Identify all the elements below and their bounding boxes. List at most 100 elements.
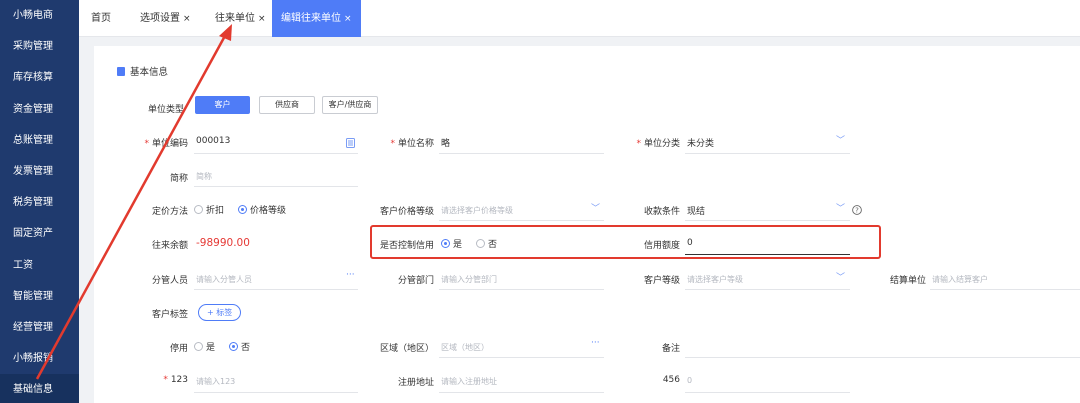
radio-dot (194, 342, 203, 351)
radio-dot-selected (229, 342, 238, 351)
chevron-down-icon[interactable]: ﹀ (836, 201, 845, 214)
sidebar-item-fixed-assets[interactable]: 固定资产 (0, 218, 79, 249)
chevron-down-icon[interactable]: ﹀ (836, 133, 845, 146)
type-customer-button[interactable]: 客户 (195, 96, 250, 114)
pricing-discount-radio[interactable]: 折扣 (194, 203, 224, 216)
disabled-yes-label: 是 (206, 343, 216, 353)
balance-value: -98990.00 (196, 237, 250, 249)
unit-code-value[interactable]: 000013 (196, 136, 230, 146)
unit-category-value[interactable]: 未分类 (687, 136, 714, 149)
unit-code-underline (194, 153, 358, 154)
section-title-label: 基本信息 (130, 67, 169, 78)
settlement-unit-underline (930, 289, 1080, 290)
unit-code-label-text: 单位编码 (151, 139, 188, 149)
tab-edit-label: 编辑往来单位 (281, 13, 341, 24)
sidebar-item-smart[interactable]: 智能管理 (0, 281, 79, 312)
department-underline (439, 289, 604, 290)
reg-address-input[interactable]: 请输入注册地址 (441, 376, 497, 387)
tab-home[interactable]: 首页 (91, 0, 111, 37)
settlement-unit-input[interactable]: 请输入结算客户 (932, 274, 988, 285)
type-supplier-button[interactable]: 供应商 (259, 96, 315, 114)
close-icon[interactable]: × (258, 14, 266, 24)
sidebar: 小畅电商 采购管理 库存核算 资金管理 总账管理 发票管理 税务管理 固定资产 … (0, 0, 79, 403)
pricing-level-radio[interactable]: 价格等级 (238, 203, 286, 216)
settlement-unit-label: 结算单位 (889, 276, 926, 286)
sidebar-item-tax[interactable]: 税务管理 (0, 187, 79, 218)
remark-label: 备注 (661, 344, 680, 354)
sidebar-item-ledger[interactable]: 总账管理 (0, 125, 79, 156)
remark-underline[interactable] (685, 357, 1080, 358)
sidebar-item-operations[interactable]: 经营管理 (0, 312, 79, 343)
chevron-down-icon[interactable]: ﹀ (591, 201, 600, 214)
reg-address-underline (439, 392, 604, 393)
customer-level-select[interactable]: 请选择客户等级 (687, 274, 743, 285)
sidebar-item-ecommerce[interactable]: 小畅电商 (0, 0, 79, 31)
calculator-icon[interactable] (346, 138, 355, 148)
unit-name-label-text: 单位名称 (397, 139, 434, 149)
close-icon[interactable]: × (344, 14, 352, 24)
close-icon[interactable]: × (183, 14, 191, 24)
section-title: 基本信息 (117, 64, 168, 78)
sidebar-item-expense[interactable]: 小畅报销 (0, 343, 79, 374)
sidebar-item-salary[interactable]: 工资 (0, 250, 79, 281)
help-circle-icon[interactable]: ? (852, 205, 862, 215)
disabled-no-label: 否 (241, 343, 251, 353)
sidebar-item-purchase[interactable]: 采购管理 (0, 31, 79, 62)
payment-terms-label: 收款条件 (643, 207, 680, 217)
field-456-underline (685, 392, 850, 393)
unit-name-label: * 单位名称 (390, 139, 434, 149)
tab-edit-partner[interactable]: 编辑往来单位 × (272, 0, 361, 37)
field-456-label: 456 (662, 375, 680, 385)
sidebar-item-basic-info[interactable]: 基础信息 (0, 374, 79, 403)
add-tag-button[interactable]: + 标签 (198, 304, 242, 321)
sidebar-item-funds[interactable]: 资金管理 (0, 94, 79, 125)
price-level-label: 客户价格等级 (379, 207, 434, 217)
short-name-input[interactable]: 简称 (196, 171, 212, 182)
highlight-box (370, 225, 881, 259)
tab-home-label: 首页 (91, 13, 111, 24)
radio-dot (194, 205, 203, 214)
department-label: 分管部门 (397, 276, 434, 286)
payment-terms-value[interactable]: 现结 (687, 204, 705, 217)
price-level-underline (439, 220, 604, 221)
tab-options[interactable]: 选项设置 × (140, 0, 191, 37)
customer-tags-label: 客户标签 (151, 310, 188, 320)
field-123-label: * 123 (163, 375, 188, 385)
balance-label: 往来余额 (151, 241, 188, 251)
sidebar-item-inventory[interactable]: 库存核算 (0, 62, 79, 93)
tab-partners[interactable]: 往来单位 × (215, 0, 266, 37)
short-name-label: 简称 (169, 174, 188, 184)
manager-label: 分管人员 (151, 276, 188, 286)
ellipsis-icon[interactable]: ··· (346, 270, 355, 280)
manager-input[interactable]: 请输入分管人员 (196, 274, 252, 285)
pricing-level-label: 价格等级 (250, 206, 287, 216)
unit-name-value[interactable]: 略 (441, 136, 450, 149)
customer-level-label: 客户等级 (643, 276, 680, 286)
unit-category-underline (685, 153, 850, 154)
sidebar-item-invoice[interactable]: 发票管理 (0, 156, 79, 187)
unit-category-label-text: 单位分类 (643, 139, 680, 149)
disabled-yes-radio[interactable]: 是 (194, 340, 215, 353)
chevron-down-icon[interactable]: ﹀ (836, 270, 845, 283)
pricing-discount-label: 折扣 (206, 206, 225, 216)
manager-underline (194, 289, 358, 290)
disabled-no-radio[interactable]: 否 (229, 340, 250, 353)
unit-category-label: * 单位分类 (636, 139, 680, 149)
type-both-button[interactable]: 客户/供应商 (322, 96, 378, 114)
unit-name-underline (439, 153, 604, 154)
field-456-input[interactable]: 0 (687, 376, 692, 385)
field-123-label-text: 123 (170, 375, 188, 385)
ellipsis-icon[interactable]: ··· (591, 338, 600, 348)
pricing-method-label: 定价方法 (151, 207, 188, 217)
tab-options-label: 选项设置 (140, 13, 180, 24)
short-name-underline (194, 186, 358, 187)
price-level-select[interactable]: 请选择客户价格等级 (441, 205, 513, 216)
region-input[interactable]: 区域（地区） (441, 342, 489, 353)
customer-level-underline (685, 289, 850, 290)
unit-code-label: * 单位编码 (144, 139, 188, 149)
document-icon (117, 67, 125, 76)
svg-text:?: ? (855, 207, 859, 215)
department-input[interactable]: 请输入分管部门 (441, 274, 497, 285)
field-123-input[interactable]: 请输入123 (196, 376, 235, 387)
field-123-underline (194, 392, 358, 393)
